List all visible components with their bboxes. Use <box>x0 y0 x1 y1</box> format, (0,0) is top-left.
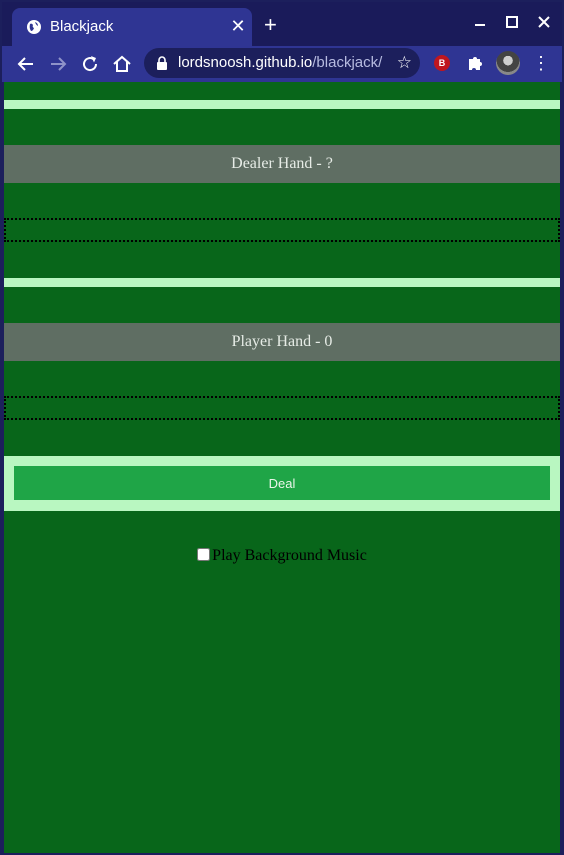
url-host: lordsnoosh.github.io <box>178 54 313 71</box>
music-toggle: Play Background Music <box>4 547 560 565</box>
home-icon[interactable] <box>110 52 134 76</box>
menu-kebab-icon[interactable]: ⋮ <box>532 52 550 74</box>
browser-window: Blackjack ✕ + lordsnoosh.github.io/black… <box>2 2 562 853</box>
player-top-stripe <box>4 278 560 287</box>
url-text: lordsnoosh.github.io/blackjack/ <box>178 54 382 71</box>
browser-toolbar: lordsnoosh.github.io/blackjack/ ☆ B ⋮ <box>2 46 562 82</box>
minimize-icon[interactable] <box>470 12 490 32</box>
new-tab-button[interactable]: + <box>264 14 277 36</box>
tab-blackjack[interactable]: Blackjack ✕ <box>12 8 252 46</box>
dealer-top-stripe <box>4 100 560 109</box>
back-icon[interactable] <box>14 52 38 76</box>
deal-button-wrapper: Deal <box>4 456 560 511</box>
lock-icon <box>157 56 167 70</box>
maximize-icon[interactable] <box>502 12 522 32</box>
close-tab-icon[interactable]: ✕ <box>228 16 248 36</box>
game-page: Dealer Hand - ? Player Hand - 0 Deal Pla… <box>4 82 560 853</box>
player-hand-label: Player Hand - 0 <box>4 323 560 361</box>
deal-button[interactable]: Deal <box>14 466 550 500</box>
address-bar[interactable]: lordsnoosh.github.io/blackjack/ ☆ <box>144 48 420 78</box>
dealer-card-area <box>4 218 560 242</box>
music-checkbox[interactable] <box>197 548 211 561</box>
player-card-area <box>4 396 560 420</box>
extension-b-icon[interactable]: B <box>434 55 450 71</box>
reload-icon[interactable] <box>78 52 102 76</box>
tab-strip: Blackjack ✕ + <box>2 2 562 46</box>
close-window-icon[interactable] <box>534 12 554 32</box>
dealer-hand-label: Dealer Hand - ? <box>4 145 560 183</box>
music-label[interactable]: Play Background Music <box>212 547 367 564</box>
url-path: /blackjack/ <box>312 54 383 71</box>
extensions-puzzle-icon[interactable] <box>466 54 484 72</box>
profile-avatar[interactable] <box>496 51 520 75</box>
globe-icon <box>27 20 41 34</box>
bookmark-star-icon[interactable]: ☆ <box>397 53 412 73</box>
forward-icon[interactable] <box>46 52 70 76</box>
tab-title: Blackjack <box>50 18 114 35</box>
